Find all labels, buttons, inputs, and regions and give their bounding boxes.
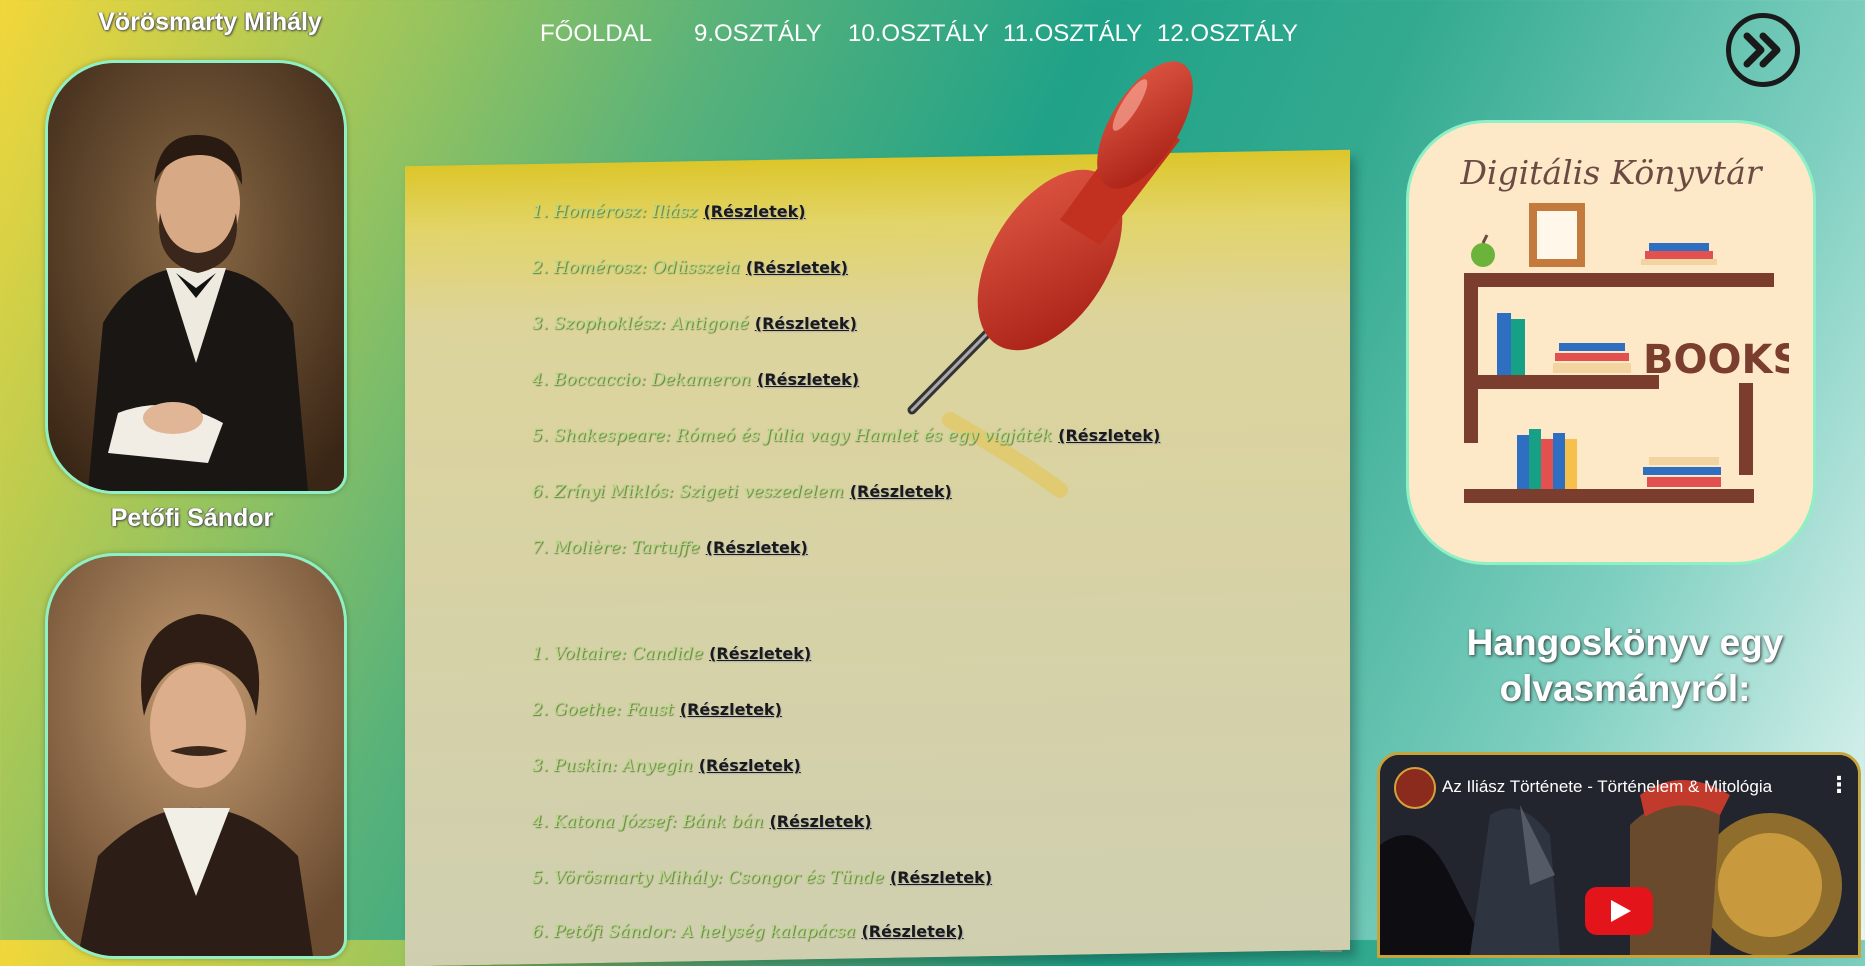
audiobook-heading-line2: olvasmányról: xyxy=(1499,668,1751,709)
list-item: 7. Molière: Tartuffe (Részletek) xyxy=(532,538,808,558)
portrait-petofi xyxy=(45,553,347,959)
channel-avatar[interactable] xyxy=(1394,767,1436,809)
details-link[interactable]: (Részletek) xyxy=(755,314,857,333)
list-item: 2. Goethe: Faust (Részletek) xyxy=(532,700,782,720)
details-link[interactable]: (Részletek) xyxy=(709,644,811,663)
list-item-text: 4. Boccaccio: Dekameron xyxy=(532,370,751,390)
list-item-text: 1. Homérosz: Iliász xyxy=(532,202,698,222)
nav-9-osztaly[interactable]: 9.OSZTÁLY xyxy=(694,20,822,48)
library-title: Digitális Könyvtár xyxy=(1460,153,1762,192)
list-item: 1. Voltaire: Candide (Részletek) xyxy=(532,644,811,664)
double-chevron-right-icon xyxy=(1743,32,1781,68)
next-page-button[interactable] xyxy=(1726,13,1800,87)
list-item: 5. Shakespeare: Rómeó és Júlia vagy Haml… xyxy=(532,426,1160,446)
list-item: 3. Szophoklész: Antigoné (Részletek) xyxy=(532,314,857,334)
list-item-text: 2. Goethe: Faust xyxy=(532,700,674,720)
bookshelf-icon: BOOKS xyxy=(1464,203,1789,503)
list-item-text: 4. Katona József: Bánk bán xyxy=(532,812,764,832)
list-item: 4. Katona József: Bánk bán (Részletek) xyxy=(532,812,872,832)
nav-foldal[interactable]: FŐOLDAL xyxy=(540,20,652,48)
list-item-text: 6. Petőfi Sándor: A helység kalapácsa xyxy=(532,922,856,942)
youtube-play-button[interactable] xyxy=(1585,887,1653,935)
list-item-text: 5. Vörösmarty Mihály: Csongor és Tünde xyxy=(532,868,884,888)
audiobook-heading: Hangoskönyv egy olvasmányról: xyxy=(1420,620,1830,712)
details-link[interactable]: (Részletek) xyxy=(861,922,963,941)
audiobook-heading-line1: Hangoskönyv egy xyxy=(1466,622,1784,663)
list-item: 6. Zrínyi Miklós: Szigeti veszedelem (Rés… xyxy=(532,482,952,502)
list-item: 5. Vörösmarty Mihály: Csongor és Tünde (R… xyxy=(532,868,992,888)
list-item-text: 6. Zrínyi Miklós: Szigeti veszedelem xyxy=(532,482,844,502)
books-label: BOOKS xyxy=(1643,337,1789,383)
list-item-text: 3. Szophoklész: Antigoné xyxy=(532,314,749,334)
list-item-text: 7. Molière: Tartuffe xyxy=(532,538,700,558)
details-link[interactable]: (Részletek) xyxy=(1058,426,1160,445)
list-item-text: 3. Puskin: Anyegin xyxy=(532,756,693,776)
video-title[interactable]: Az Iliász Története - Történelem & Mitol… xyxy=(1442,777,1772,797)
details-link[interactable]: (Részletek) xyxy=(699,756,801,775)
more-menu-icon[interactable]: ⋮ xyxy=(1828,773,1850,798)
list-item: 1. Homérosz: Iliász (Részletek) xyxy=(532,202,806,222)
details-link[interactable]: (Részletek) xyxy=(890,868,992,887)
details-link[interactable]: (Részletek) xyxy=(769,812,871,831)
list-item-text: 5. Shakespeare: Rómeó és Júlia vagy Haml… xyxy=(532,426,1053,446)
portrait-caption-vorosmarty: Vörösmarty Mihály xyxy=(98,8,322,36)
list-item-text: 1. Voltaire: Candide xyxy=(532,644,704,664)
details-link[interactable]: (Részletek) xyxy=(706,538,808,557)
list-item: 6. Petőfi Sándor: A helység kalapácsa (Ré… xyxy=(532,922,964,942)
details-link[interactable]: (Részletek) xyxy=(703,202,805,221)
details-link[interactable]: (Részletek) xyxy=(757,370,859,389)
details-link[interactable]: (Részletek) xyxy=(746,258,848,277)
video-embed[interactable]: Az Iliász Története - Történelem & Mitol… xyxy=(1377,752,1861,958)
details-link[interactable]: (Részletek) xyxy=(680,700,782,719)
digital-library-card[interactable]: Digitális Könyvtár BOOKS xyxy=(1406,120,1816,565)
details-link[interactable]: (Részletek) xyxy=(850,482,952,501)
list-item-text: 2. Homérosz: Odüsszeia xyxy=(532,258,740,278)
list-item: 4. Boccaccio: Dekameron (Részletek) xyxy=(532,370,859,390)
list-item: 2. Homérosz: Odüsszeia (Részletek) xyxy=(532,258,848,278)
portrait-vorosmarty xyxy=(45,60,347,494)
portrait-caption-petofi: Petőfi Sándor xyxy=(110,504,274,532)
list-item: 3. Puskin: Anyegin (Részletek) xyxy=(532,756,801,776)
